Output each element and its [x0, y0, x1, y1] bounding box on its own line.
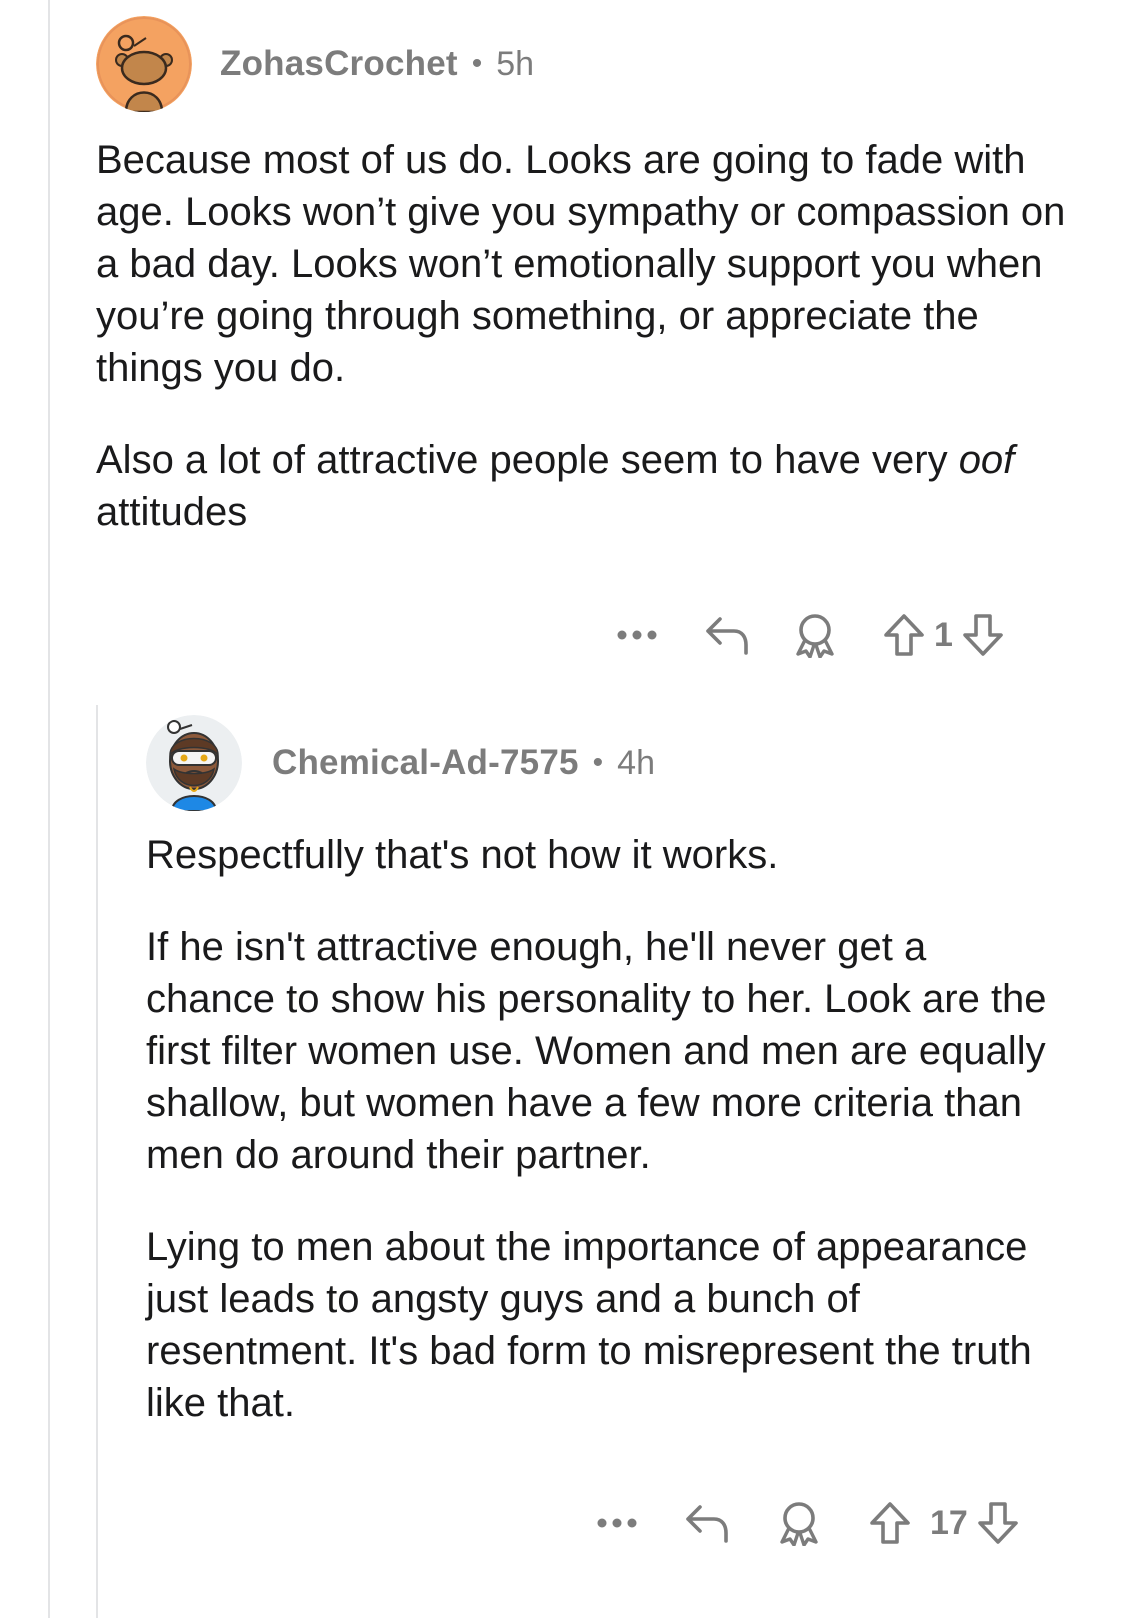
comment-paragraph: If he isn't attractive enough, he'll nev… [146, 925, 1047, 1177]
comment-author[interactable]: ZohasCrochet [220, 44, 458, 84]
downvote-button[interactable] [961, 613, 1005, 657]
comment-timestamp: 5h [496, 44, 535, 83]
comment-header: Chemical-Ad-7575 • 4h [146, 715, 1096, 811]
comment-italic-text: oof [958, 438, 1015, 482]
comment-paragraph: Lying to men about the importance of app… [146, 1225, 1032, 1425]
reply-button[interactable] [684, 1501, 730, 1545]
comment-body: Because most of us do. Looks are going t… [96, 134, 1076, 538]
comment-header: ZohasCrochet • 5h [96, 16, 1096, 112]
more-button[interactable] [612, 628, 662, 642]
more-icon [617, 630, 657, 640]
downvote-icon [963, 614, 1003, 656]
thread-line-outer [48, 0, 50, 1618]
vote-score: 1 [934, 615, 953, 654]
snoo-avatar-icon [146, 715, 242, 811]
comment-paragraph: Because most of us do. Looks are going t… [96, 138, 1066, 390]
snoo-avatar-icon [96, 16, 192, 112]
upvote-button[interactable] [882, 613, 926, 657]
comment-actions: 1 [612, 612, 1005, 658]
avatar[interactable] [96, 16, 192, 112]
meta-separator: • [471, 47, 483, 80]
upvote-icon [870, 1502, 910, 1544]
comment-text: attitudes [96, 490, 248, 534]
comment-timestamp: 4h [617, 743, 655, 782]
more-icon [597, 1518, 637, 1528]
award-icon [780, 1502, 818, 1546]
upvote-icon [884, 614, 924, 656]
reply-button[interactable] [704, 613, 750, 657]
comment-body: Respectfully that's not how it works. If… [146, 829, 1056, 1429]
vote-score: 17 [930, 1503, 968, 1542]
downvote-icon [978, 1502, 1018, 1544]
upvote-button[interactable] [868, 1501, 912, 1545]
meta-separator: • [592, 746, 604, 779]
comment-zohascrochet: ZohasCrochet • 5h Because most of us do.… [96, 0, 1096, 538]
reply-icon [706, 617, 748, 655]
reply-icon [686, 1505, 728, 1543]
comment-paragraph: Respectfully that's not how it works. [146, 833, 779, 877]
downvote-button[interactable] [976, 1501, 1020, 1545]
comment-text: Also a lot of attractive people seem to … [96, 438, 959, 482]
more-button[interactable] [592, 1516, 642, 1530]
comment-actions: 17 [592, 1500, 1020, 1546]
avatar[interactable] [146, 715, 242, 811]
award-icon [796, 614, 834, 658]
award-button[interactable] [792, 612, 838, 658]
comment-chemical-ad-7575: Chemical-Ad-7575 • 4h Respectfully that'… [146, 715, 1096, 1429]
thread-line-inner [96, 705, 98, 1618]
award-button[interactable] [776, 1500, 822, 1546]
comment-author[interactable]: Chemical-Ad-7575 [272, 743, 579, 783]
comment-paragraph: Also a lot of attractive people seem to … [96, 434, 1076, 538]
